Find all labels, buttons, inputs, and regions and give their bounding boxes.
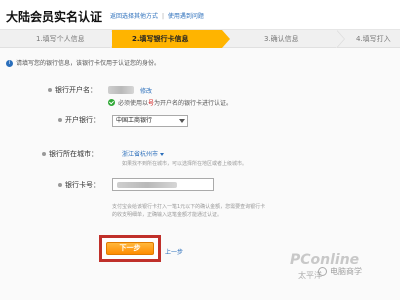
bank-select[interactable]: 中国工商银行 [112,115,188,127]
account-name-label: 银行开户名： [55,86,97,94]
card-number-input[interactable] [112,178,214,191]
step-bank-card-info: 2.填写银行卡信息 [112,30,222,48]
progress-steps: 1.填写个人信息 2.填写银行卡信息 3.确认信息 4.填写打入 [0,30,400,48]
card-number-label: 银行卡号： [65,181,100,189]
next-button[interactable]: 下一步 [106,242,154,255]
card-hint-line-1: 支付宝会给该银行卡打入一笔1元以下的确认金额，您需要查询银行卡 [112,204,266,210]
next-button-highlight: 下一步 [99,235,161,262]
account-name-redacted [108,86,134,94]
required-dot [58,183,62,187]
info-icon: i [6,60,13,67]
city-select-value: 浙江省杭州市 [122,151,159,158]
change-method-link[interactable]: 返回选择其他方式 [110,13,158,20]
step-fill-amount: 4.填写打入 [356,35,391,43]
required-dot [48,88,52,92]
watermark-logo: 电脑商学 [330,267,362,276]
header-links: 返回选择其他方式 | 使用遇到问题 [110,11,204,20]
page: 大陆会员实名认证 返回选择其他方式 | 使用遇到问题 1.填写个人信息 2.填写… [0,0,400,300]
link-separator: | [161,13,164,20]
account-name-note: 必须使用以号为开户名的银行卡进行认证。 [118,98,232,107]
note-prefix: 必须使用以 [118,100,149,107]
required-dot [58,118,62,122]
bank-label: 开户银行： [65,116,100,124]
chevron-down-icon [160,153,165,156]
city-label: 银行所在城市： [49,150,98,158]
city-hint: 如果找不到所在城市，可以选择所在地区或者上级城市。 [122,161,248,167]
info-notice: i 请填写您的银行信息，该银行卡仅用于认证您的身份。 [6,58,160,67]
chevron-down-icon [179,119,185,123]
step-confirm-info: 3.确认信息 [264,35,299,43]
edit-name-link[interactable]: 修改 [140,86,152,95]
card-hint-line-2: 的收支明细单，正确输入这笔金额才能通过认证。 [112,212,223,218]
required-dot [42,152,46,156]
page-title: 大陆会员实名认证 [6,10,103,24]
faq-link[interactable]: 使用遇到问题 [168,13,204,20]
prev-step-link[interactable]: 上一步 [165,247,183,256]
watermark-icon [318,267,327,276]
page-header: 大陆会员实名认证 返回选择其他方式 | 使用遇到问题 [0,0,400,30]
city-select[interactable]: 浙江省杭州市 [122,149,165,158]
notice-text: 请填写您的银行信息，该银行卡仅用于认证您的身份。 [16,60,161,67]
card-number-redacted [117,182,177,188]
bank-select-value: 中国工商银行 [116,117,153,124]
note-suffix: 为开户名的银行卡进行认证。 [154,100,233,107]
check-icon [108,99,115,106]
step-personal-info: 1.填写个人信息 [36,35,85,43]
